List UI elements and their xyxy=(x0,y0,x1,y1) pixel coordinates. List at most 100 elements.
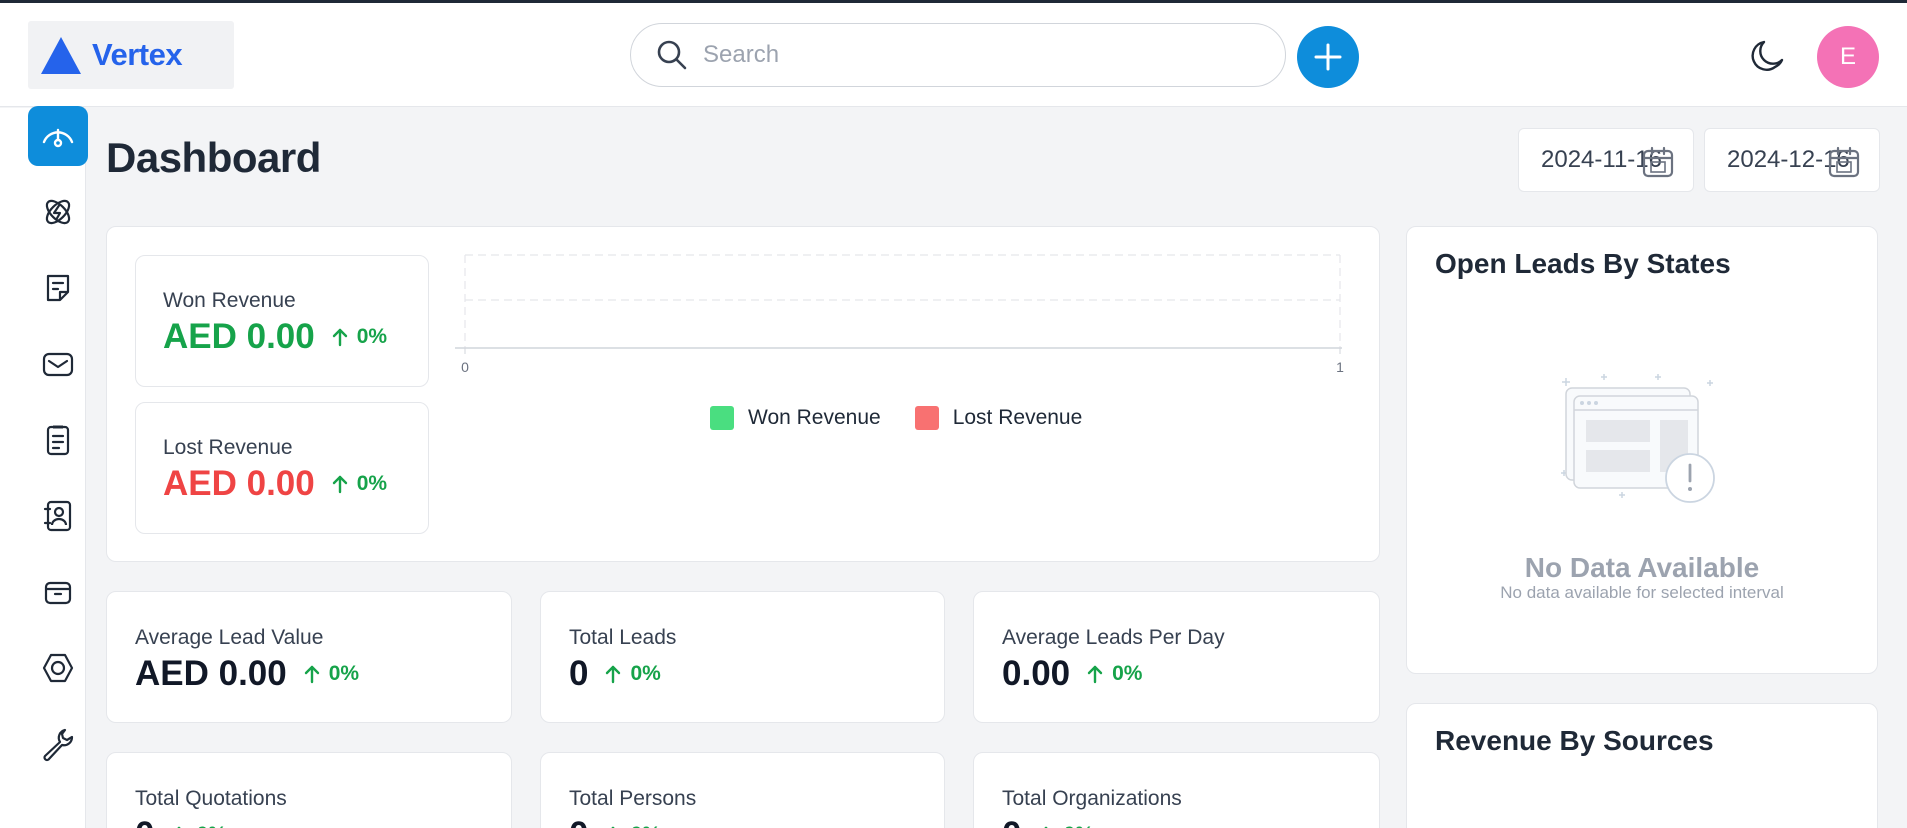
mail-icon xyxy=(42,352,74,377)
chart-legend: Won Revenue Lost Revenue xyxy=(710,406,1116,430)
stat-label: Total Organizations xyxy=(1002,787,1182,810)
average-lead-value-card: Average Lead Value AED 0.00 0% xyxy=(106,591,512,723)
arrow-up-icon xyxy=(332,475,347,494)
legend-item-won[interactable]: Won Revenue xyxy=(710,406,881,430)
won-revenue-change-text: 0% xyxy=(356,325,388,348)
top-header: Vertex E xyxy=(0,3,1907,107)
stat-change-text: 0% xyxy=(1112,662,1143,685)
user-avatar[interactable]: E xyxy=(1817,26,1879,88)
stat-change: 0% xyxy=(602,823,661,828)
sidebar-item-activities[interactable] xyxy=(28,410,88,470)
total-organizations-card: Total Organizations 0 0% xyxy=(973,752,1380,828)
stat-change-text: 0% xyxy=(1063,823,1093,828)
search-icon xyxy=(657,40,687,70)
stat-value: AED 0.00 xyxy=(135,654,287,693)
activities-clipboard-icon xyxy=(46,425,70,456)
stat-label: Average Lead Value xyxy=(135,626,324,649)
calendar-icon[interactable] xyxy=(1827,145,1861,179)
logo-triangle-icon xyxy=(41,37,81,74)
calendar-icon[interactable] xyxy=(1641,145,1675,179)
legend-label-lost: Lost Revenue xyxy=(952,406,1083,429)
stat-value: 0 xyxy=(569,815,588,828)
configuration-wrench-icon xyxy=(43,728,74,762)
revenue-by-sources-card xyxy=(1406,703,1878,828)
won-revenue-stat: Won Revenue AED 0.00 0% xyxy=(135,255,429,387)
arrow-up-icon xyxy=(304,665,319,684)
stat-change-text: 0% xyxy=(328,662,360,685)
open-leads-title: Open Leads By States xyxy=(1435,248,1731,279)
arrow-up-icon xyxy=(1044,826,1049,828)
stat-change: 0% xyxy=(168,823,227,828)
stat-change-text: 0% xyxy=(630,662,661,685)
settings-hexagon-icon xyxy=(42,653,74,683)
revenue-by-sources-title: Revenue By Sources xyxy=(1435,725,1714,756)
arrow-up-icon xyxy=(1087,665,1103,684)
chart-x-tick-label: 1 xyxy=(1336,359,1344,375)
stat-change: 0% xyxy=(301,662,359,686)
lost-revenue-stat: Lost Revenue AED 0.00 0% xyxy=(135,402,429,534)
sidebar-item-quotes[interactable] xyxy=(28,258,88,318)
stat-label: Total Quotations xyxy=(135,787,287,810)
stat-change: 0% xyxy=(602,662,661,686)
leads-icon xyxy=(45,199,71,225)
search-input[interactable] xyxy=(703,41,1263,69)
legend-swatch-won xyxy=(710,406,734,430)
won-revenue-label: Won Revenue xyxy=(163,289,296,312)
revenue-chart: 01 xyxy=(455,254,1344,375)
no-data-title: No Data Available xyxy=(1524,552,1760,583)
arrow-up-icon xyxy=(332,328,347,347)
stat-label: Total Leads xyxy=(569,626,677,649)
sidebar-item-contacts[interactable] xyxy=(28,486,88,546)
won-revenue-change: 0% xyxy=(329,325,387,349)
sidebar-item-products[interactable] xyxy=(28,562,88,622)
sidebar-item-settings[interactable] xyxy=(28,638,88,698)
stat-change: 0% xyxy=(1035,823,1094,828)
total-persons-card: Total Persons 0 0% xyxy=(540,752,945,828)
legend-label-won: Won Revenue xyxy=(748,406,881,429)
stat-value: 0 xyxy=(1002,815,1021,828)
contacts-icon xyxy=(43,500,72,532)
stat-change-text: 0% xyxy=(196,823,226,828)
won-revenue-value: AED 0.00 xyxy=(163,317,315,356)
quotes-icon xyxy=(46,274,70,302)
arrow-up-icon xyxy=(606,665,621,684)
products-box-icon xyxy=(44,581,72,605)
sidebar xyxy=(0,106,88,828)
stat-change-text: 0% xyxy=(630,823,660,828)
lost-revenue-change-text: 0% xyxy=(356,472,388,495)
lost-revenue-value: AED 0.00 xyxy=(163,464,315,503)
start-date-picker[interactable]: 2024-11-16 xyxy=(1518,128,1694,192)
stat-label: Total Persons xyxy=(569,787,697,810)
average-leads-per-day-card: Average Leads Per Day 0.00 0% xyxy=(973,591,1380,723)
sidebar-item-dashboard[interactable] xyxy=(28,106,88,166)
arrow-up-icon xyxy=(611,826,616,828)
total-quotations-card: Total Quotations 0 0% xyxy=(106,752,512,828)
stat-change: 0% xyxy=(1084,662,1142,686)
stat-value: 0.00 xyxy=(1002,654,1071,693)
plus-icon xyxy=(1314,43,1342,71)
logo-text: Vertex xyxy=(92,37,183,72)
no-data-illustration xyxy=(1561,374,1715,503)
dark-mode-moon-icon[interactable] xyxy=(1748,36,1788,76)
stat-label: Average Leads Per Day xyxy=(1002,626,1225,649)
stat-value: 0 xyxy=(135,815,154,828)
sidebar-item-leads[interactable] xyxy=(28,182,88,242)
no-data-subtitle: No data available for selected interval xyxy=(1500,583,1784,602)
sidebar-item-configuration[interactable] xyxy=(28,714,88,774)
quick-create-button[interactable] xyxy=(1297,26,1359,88)
arrow-up-icon xyxy=(177,826,182,828)
page-title: Dashboard xyxy=(106,134,321,181)
lost-revenue-change: 0% xyxy=(329,472,387,496)
total-leads-card: Total Leads 0 0% xyxy=(540,591,945,723)
legend-item-lost[interactable]: Lost Revenue xyxy=(914,406,1083,430)
sidebar-item-mail[interactable] xyxy=(28,334,88,394)
stat-value: 0 xyxy=(569,654,589,693)
lost-revenue-label: Lost Revenue xyxy=(163,436,293,459)
end-date-picker[interactable]: 2024-12-16 xyxy=(1704,128,1880,192)
legend-swatch-lost xyxy=(914,406,939,430)
dashboard-gauge-icon xyxy=(42,128,74,148)
chart-x-ticks: 01 xyxy=(461,348,1344,375)
chart-x-tick-label: 0 xyxy=(461,359,469,375)
search-bar[interactable] xyxy=(630,23,1286,87)
logo[interactable]: Vertex xyxy=(28,21,234,89)
